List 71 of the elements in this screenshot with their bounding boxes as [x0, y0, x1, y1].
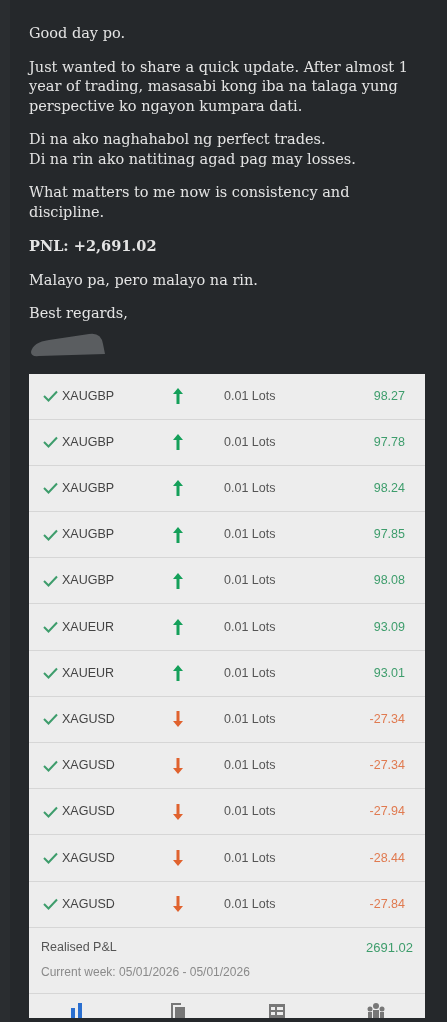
volume-text: 0.01 Lots — [224, 526, 276, 544]
down-arrow-icon — [172, 802, 184, 821]
people-icon — [365, 1000, 386, 1019]
symbol-text: XAUGBP — [62, 387, 116, 405]
check-icon — [43, 667, 58, 680]
profit-text: 98.27 — [373, 387, 405, 405]
message-paragraph: Good day po. — [29, 24, 127, 43]
profit-text: -27.94 — [369, 803, 405, 821]
profit-text: 98.24 — [373, 480, 405, 498]
profit-text: 97.78 — [373, 433, 405, 451]
profit-text: -27.84 — [369, 895, 405, 913]
symbol-text: XAUEUR — [62, 618, 116, 636]
message-paragraph: Just wanted to share a quick update. After almost 1 year of trading, masasabi kong iba na talaga yung perspective ko ngayon kumpara dati. — [29, 57, 410, 116]
profit-text: -27.34 — [369, 757, 405, 775]
message-paragraph: Di na ako naghahabol ng perfect trades. Di na rin ako natitinag agad pag may losses. — [29, 130, 357, 169]
up-arrow-icon — [172, 618, 184, 637]
symbol-text: XAUGBP — [62, 526, 116, 544]
volume-text: 0.01 Lots — [224, 618, 276, 636]
symbol-text: XAGUSD — [62, 803, 116, 821]
profit-text: 98.08 — [373, 572, 405, 590]
check-icon — [43, 759, 58, 772]
down-arrow-icon — [172, 895, 184, 914]
volume-text: 0.01 Lots — [224, 387, 276, 405]
symbol-text: XAUGBP — [62, 572, 116, 590]
profit-text: -28.44 — [369, 849, 405, 867]
up-arrow-icon — [172, 525, 184, 544]
message-paragraph: What matters to me now is consistency and discipline. — [29, 183, 351, 222]
up-arrow-icon — [172, 479, 184, 498]
check-icon — [43, 621, 58, 634]
period-text: Current week: 05/01/2026 - 05/01/2026 — [41, 964, 251, 982]
check-icon — [43, 898, 58, 911]
symbol-text: XAGUSD — [62, 757, 116, 775]
up-arrow-icon — [172, 664, 184, 683]
check-icon — [43, 805, 58, 818]
volume-text: 0.01 Lots — [224, 895, 276, 913]
up-arrow-icon — [172, 571, 184, 590]
check-icon — [43, 528, 58, 541]
profit-text: 93.09 — [373, 618, 405, 636]
message-paragraph: Best regards, — [29, 304, 129, 323]
up-arrow-icon — [172, 387, 184, 406]
volume-text: 0.01 Lots — [224, 572, 276, 590]
down-arrow-icon — [172, 756, 184, 775]
up-arrow-icon — [172, 433, 184, 452]
check-icon — [43, 390, 58, 403]
down-arrow-icon — [172, 710, 184, 729]
profit-text: 97.85 — [373, 526, 405, 544]
check-icon — [43, 713, 58, 726]
volume-text: 0.01 Lots — [224, 711, 276, 729]
volume-text: 0.01 Lots — [224, 849, 276, 867]
volume-text: 0.01 Lots — [224, 480, 276, 498]
check-icon — [43, 436, 58, 449]
down-arrow-icon — [172, 848, 184, 867]
profit-text: 93.01 — [373, 664, 405, 682]
realised-pnl-value: 2691.02 — [366, 938, 413, 957]
symbol-text: XAGUSD — [62, 711, 116, 729]
volume-text: 0.01 Lots — [224, 803, 276, 821]
volume-text: 0.01 Lots — [224, 664, 276, 682]
symbol-text: XAUEUR — [62, 664, 116, 682]
realised-pnl-label: Realised P&L — [41, 938, 117, 956]
symbol-text: XAGUSD — [62, 895, 116, 913]
message-paragraph: Malayo pa, pero malayo na rin. — [29, 270, 259, 290]
symbol-text: XAUGBP — [62, 433, 116, 451]
message-paragraph: PNL: +2,691.02 — [29, 236, 158, 256]
symbol-text: XAUGBP — [62, 480, 116, 498]
check-icon — [43, 851, 58, 864]
symbol-text: XAGUSD — [62, 849, 116, 867]
check-icon — [43, 482, 58, 495]
volume-text: 0.01 Lots — [224, 433, 276, 451]
volume-text: 0.01 Lots — [224, 757, 276, 775]
profit-text: -27.34 — [369, 711, 405, 729]
check-icon — [43, 574, 58, 587]
